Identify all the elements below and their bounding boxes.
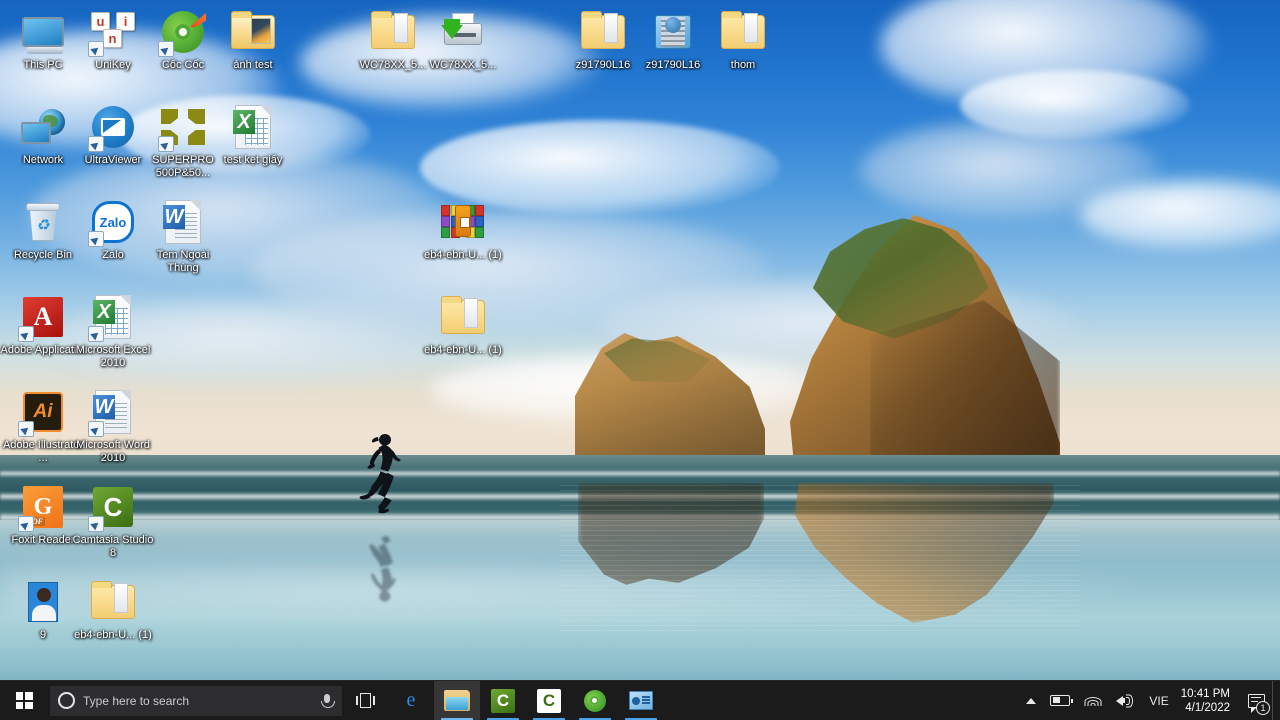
- desktop-icon-label: eb4-ebn-U... (1): [424, 249, 502, 261]
- network-icon: [19, 103, 67, 151]
- shortcut-overlay-icon: [88, 136, 104, 152]
- task-view-icon: [355, 693, 375, 708]
- shortcut-overlay-icon: [88, 326, 104, 342]
- zip-archive-icon: [649, 8, 697, 56]
- presentation-button[interactable]: [618, 681, 664, 720]
- file-explorer-button[interactable]: [434, 680, 480, 720]
- shortcut-overlay-icon: [88, 231, 104, 247]
- desktop-icon-label: test kẹt giấy: [223, 154, 283, 166]
- cortana-circle-icon[interactable]: [58, 692, 75, 709]
- clock[interactable]: 10:41 PM 4/1/2022: [1177, 681, 1240, 720]
- wifi-icon: [1084, 694, 1102, 708]
- shortcut-overlay-icon: [18, 516, 34, 532]
- word-app-icon: W: [88, 388, 137, 437]
- volume-button[interactable]: [1109, 681, 1141, 720]
- shortcut-overlay-icon: [88, 421, 104, 437]
- clock-date: 4/1/2022: [1185, 701, 1230, 714]
- desktop-icon[interactable]: Xtest kẹt giấy: [210, 103, 296, 167]
- desktop-icon-label: ảnh test: [233, 59, 273, 71]
- desktop-icon-label: Tem Ngoài Thùng: [156, 249, 210, 274]
- start-button[interactable]: [0, 681, 48, 720]
- shortcut-overlay-icon: [158, 41, 174, 57]
- desktop-icon[interactable]: eb4-ebn-U... (1): [70, 578, 156, 642]
- coccoc-browser-icon: [584, 689, 606, 712]
- shortcut-overlay-icon: [88, 41, 104, 57]
- notification-badge: 1: [1256, 700, 1270, 715]
- desktop-icon[interactable]: eb4-ebn-U... (1): [420, 293, 506, 357]
- folder-icon: [579, 8, 627, 56]
- desktop-icon[interactable]: X Microsoft Excel 2010: [70, 293, 156, 369]
- folder-icon: [439, 293, 487, 341]
- shortcut-overlay-icon: [158, 136, 174, 152]
- desktop-icon-label: Camtasia Studio 8: [72, 534, 154, 559]
- chevron-up-icon: [1026, 697, 1037, 704]
- unikey-icon: uin: [88, 8, 137, 57]
- coccoc-browser-icon: [158, 8, 207, 57]
- superpro-icon: [158, 103, 207, 152]
- shortcut-overlay-icon: [18, 421, 34, 437]
- shortcut-overlay-icon: [88, 516, 104, 532]
- desktop-icon[interactable]: W Microsoft Word 2010: [70, 388, 156, 464]
- camtasia-icon: C: [491, 688, 515, 713]
- recycle-bin-icon: ♻: [19, 198, 67, 246]
- adobe-illustrator-icon: Ai: [18, 388, 67, 437]
- desktop-icon-label: eb4-ebn-U... (1): [74, 629, 152, 641]
- winrar-archive-icon: [439, 198, 487, 246]
- word-document-icon: W: [159, 198, 207, 246]
- battery-charging-icon: [1050, 695, 1074, 706]
- foxit-reader-icon: G PDF: [18, 483, 67, 532]
- excel-document-icon: X: [229, 103, 277, 151]
- clock-time: 10:41 PM: [1180, 687, 1230, 700]
- printer-driver-icon: [439, 8, 487, 56]
- presentation-app-icon: [629, 691, 653, 710]
- desktop-icon[interactable]: WC78XX_5...: [420, 8, 506, 72]
- windows-logo-icon: [15, 692, 33, 709]
- task-view-button[interactable]: [342, 681, 388, 720]
- tray-overflow-button[interactable]: [1019, 681, 1043, 720]
- file-explorer-icon: [444, 690, 470, 711]
- desktop-icon-label: Microsoft Word 2010: [76, 439, 150, 464]
- battery-button[interactable]: [1043, 681, 1077, 720]
- desktop-icon[interactable]: ảnh test: [210, 8, 296, 72]
- language-indicator[interactable]: VIE: [1141, 694, 1176, 708]
- search-placeholder: Type here to search: [83, 693, 190, 708]
- folder-icon: [719, 8, 767, 56]
- folder-icon: [369, 8, 417, 56]
- camtasia-icon: C: [88, 483, 137, 532]
- ultraviewer-icon: [88, 103, 137, 152]
- network-button[interactable]: [1077, 681, 1109, 720]
- camtasia-button-1[interactable]: C: [480, 681, 526, 720]
- desktop-icon-label: Microsoft Excel 2010: [75, 344, 151, 369]
- desktop-icon-label: WC78XX_5...: [429, 59, 497, 71]
- search-input[interactable]: Type here to search: [50, 685, 342, 716]
- zalo-icon: Zalo: [88, 198, 137, 247]
- folder-images-icon: [229, 8, 277, 56]
- photo-thumbnail-icon: [19, 578, 67, 626]
- desktop-icon[interactable]: eb4-ebn-U... (1): [420, 198, 506, 262]
- this-pc-icon: [19, 8, 67, 56]
- microsoft-edge-icon: e: [406, 689, 416, 711]
- action-center-button[interactable]: 1: [1240, 681, 1272, 720]
- desktop-icon-grid: This PC u i n UniKey Cốc Cốc ảnh test WC78XX_5.…: [0, 0, 1280, 720]
- adobe-application-icon: A: [18, 293, 67, 342]
- show-desktop-button[interactable]: [1272, 680, 1280, 720]
- desktop-icon[interactable]: thom: [700, 8, 786, 72]
- desktop-icon[interactable]: C Camtasia Studio 8: [70, 483, 156, 559]
- microphone-icon[interactable]: [320, 693, 335, 709]
- desktop-icon-label: thom: [730, 59, 756, 71]
- edge-button[interactable]: e: [388, 681, 434, 720]
- folder-icon: [89, 578, 137, 626]
- shortcut-overlay-icon: [18, 326, 34, 342]
- camtasia-button-2[interactable]: C: [526, 681, 572, 720]
- desktop-icon[interactable]: W Tem Ngoài Thùng: [140, 198, 226, 274]
- taskbar: Type here to search e C C VIE 10:41 PM 4…: [0, 680, 1280, 720]
- desktop-icon-label: eb4-ebn-U... (1): [424, 344, 502, 356]
- coccoc-button[interactable]: [572, 681, 618, 720]
- volume-icon: [1116, 693, 1134, 708]
- excel-app-icon: X: [88, 293, 137, 342]
- camtasia-icon-light: C: [537, 688, 561, 713]
- system-tray: VIE 10:41 PM 4/1/2022 1: [1019, 680, 1280, 720]
